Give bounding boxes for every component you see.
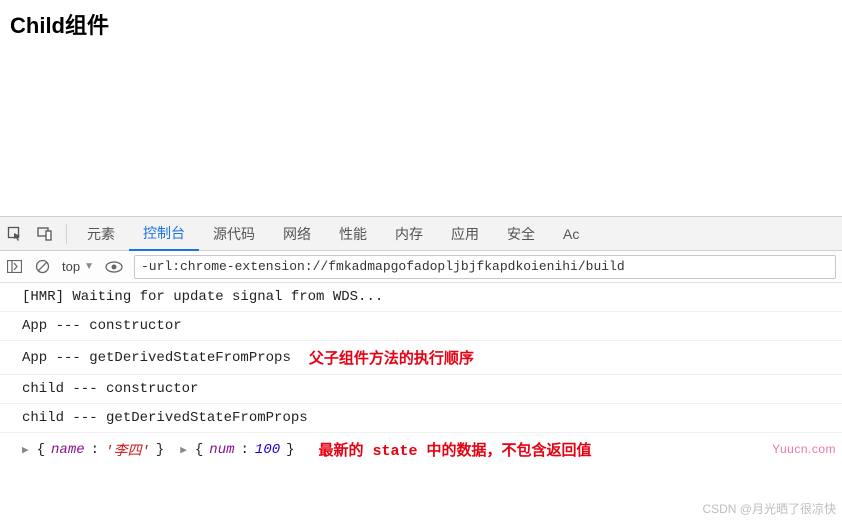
object-key: num xyxy=(209,442,234,458)
object-value: 100 xyxy=(255,442,280,458)
log-line: child --- getDerivedStateFromProps xyxy=(0,404,842,433)
tab-console[interactable]: 控制台 xyxy=(129,217,199,251)
devtools-tabs-row: 元素 控制台 源代码 网络 性能 内存 应用 安全 Ac xyxy=(0,217,842,251)
expand-caret-icon[interactable]: ▶ xyxy=(180,443,187,457)
object-brace: { xyxy=(195,442,203,458)
log-object-line: ▶ {name: '李四'} ▶ {num: 100} 最新的 state 中的… xyxy=(0,433,842,466)
console-output: [HMR] Waiting for update signal from WDS… xyxy=(0,283,842,466)
separator xyxy=(66,224,67,244)
log-text: App --- getDerivedStateFromProps xyxy=(22,350,291,366)
device-toggle-icon[interactable] xyxy=(30,217,60,251)
log-line: [HMR] Waiting for update signal from WDS… xyxy=(0,283,842,312)
tab-performance[interactable]: 性能 xyxy=(325,217,381,251)
tab-sources[interactable]: 源代码 xyxy=(199,217,269,251)
clear-console-icon[interactable] xyxy=(28,251,56,283)
context-selector[interactable]: top ▼ xyxy=(56,259,100,274)
object-value: '李四' xyxy=(105,440,150,460)
expand-caret-icon[interactable]: ▶ xyxy=(22,443,29,457)
console-toolbar: top ▼ xyxy=(0,251,842,283)
log-line: child --- constructor xyxy=(0,375,842,404)
log-line: App --- constructor xyxy=(0,312,842,341)
sidebar-toggle-icon[interactable] xyxy=(0,251,28,283)
inspect-icon[interactable] xyxy=(0,217,30,251)
tab-elements[interactable]: 元素 xyxy=(73,217,129,251)
annotation-text: 父子组件方法的执行顺序 xyxy=(309,347,474,368)
devtools-panel: 元素 控制台 源代码 网络 性能 内存 应用 安全 Ac top ▼ [HMR]… xyxy=(0,216,842,466)
page-title: Child组件 xyxy=(0,0,842,48)
live-expression-icon[interactable] xyxy=(100,251,128,283)
tab-memory[interactable]: 内存 xyxy=(381,217,437,251)
log-line: App --- getDerivedStateFromProps 父子组件方法的… xyxy=(0,341,842,375)
object-brace: { xyxy=(37,442,45,458)
watermark: Yuucn.com xyxy=(772,442,836,456)
object-key: name xyxy=(51,442,85,458)
tab-application[interactable]: 应用 xyxy=(437,217,493,251)
tab-security[interactable]: 安全 xyxy=(493,217,549,251)
annotation-text: 最新的 state 中的数据，不包含返回值 xyxy=(319,439,592,460)
context-label: top xyxy=(62,259,80,274)
tab-overflow[interactable]: Ac xyxy=(549,217,593,251)
watermark: CSDN @月光晒了很凉快 xyxy=(702,500,836,517)
tab-network[interactable]: 网络 xyxy=(269,217,325,251)
chevron-down-icon: ▼ xyxy=(84,261,94,272)
content-gap xyxy=(0,48,842,216)
filter-input[interactable] xyxy=(134,255,836,279)
